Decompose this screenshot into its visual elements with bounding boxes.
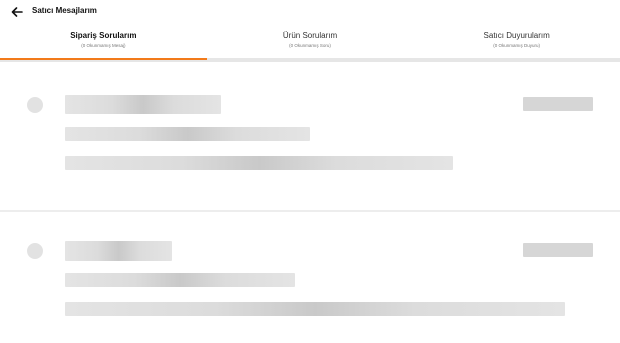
tab-satici-duyurularim[interactable]: Satıcı Duyurularım (0 Okunmamış Duyuru) bbox=[413, 28, 620, 60]
skeleton-text-line bbox=[65, 273, 295, 287]
skeleton-title-line bbox=[65, 95, 221, 114]
active-tab-indicator bbox=[0, 58, 207, 60]
skeleton-date-line bbox=[523, 243, 593, 257]
skeleton-text-line bbox=[65, 156, 453, 170]
tab-urun-sorularim[interactable]: Ürün Sorularım (0 Okunmamış Soru) bbox=[207, 28, 414, 60]
page-title: Satıcı Mesajlarım bbox=[32, 6, 97, 15]
message-skeleton-card bbox=[0, 66, 620, 210]
skeleton-date-line bbox=[523, 97, 593, 111]
tab-unread-count: (0 Okunmamış Soru) bbox=[289, 43, 331, 48]
tab-bar: Sipariş Sorularım (0 Okunmamış Mesaj) Ür… bbox=[0, 28, 620, 60]
tab-unread-count: (0 Okunmamış Mesaj) bbox=[81, 43, 126, 48]
tab-siparis-sorularim[interactable]: Sipariş Sorularım (0 Okunmamış Mesaj) bbox=[0, 28, 207, 60]
avatar-placeholder bbox=[27, 97, 43, 113]
avatar-placeholder bbox=[27, 243, 43, 259]
tab-label: Ürün Sorularım bbox=[282, 31, 338, 40]
skeleton-text-line bbox=[65, 302, 565, 316]
skeleton-text-line bbox=[65, 127, 310, 141]
arrow-left-icon bbox=[11, 7, 23, 17]
tab-label: Sipariş Sorularım bbox=[70, 31, 137, 40]
tab-label: Satıcı Duyurularım bbox=[483, 31, 550, 40]
tab-unread-count: (0 Okunmamış Duyuru) bbox=[493, 43, 541, 48]
header-bar: Satıcı Mesajlarım bbox=[0, 0, 620, 24]
skeleton-title-line bbox=[65, 241, 172, 261]
back-button[interactable] bbox=[8, 3, 26, 21]
message-skeleton-card bbox=[0, 212, 620, 343]
